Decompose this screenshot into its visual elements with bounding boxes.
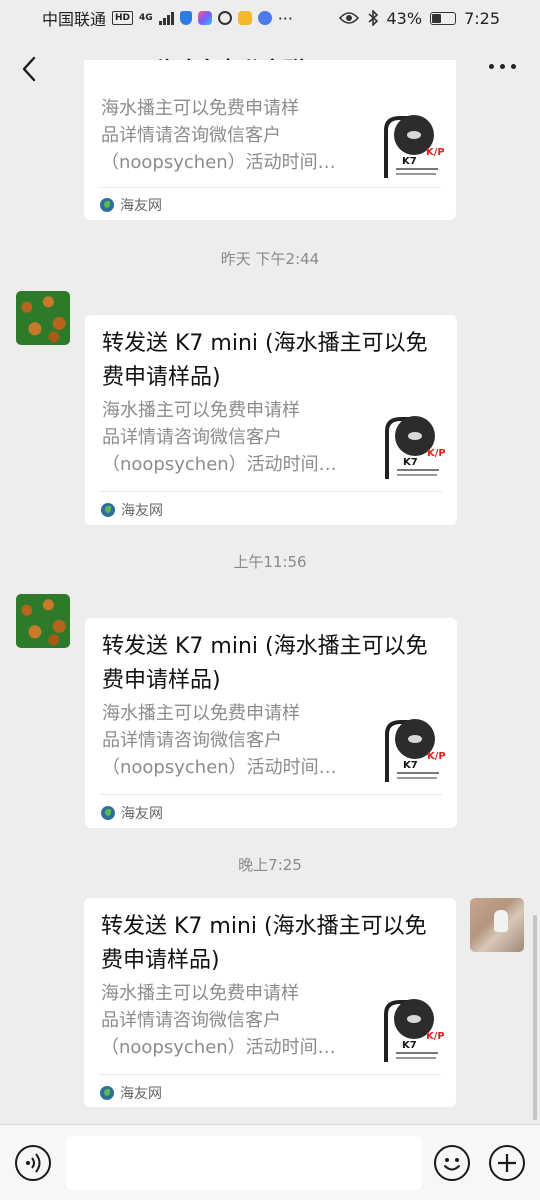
input-bar [0,1124,540,1200]
message-input[interactable] [66,1136,422,1190]
self-avatar[interactable] [470,898,524,952]
card-description: 海水播主可以免费申请样 品详情请咨询微信客户 （noopsychen）活动时间… [101,983,336,1058]
card-title: 转发送 K7 mini (海水播主可以免 费申请样品) [102,634,428,693]
yellow-app-icon [237,11,252,25]
circle-app-icon [217,11,232,25]
music-app-icon [257,11,272,25]
chat-scrollbar[interactable] [533,915,537,1120]
share-card[interactable]: 转发送 K7 mini (海水播主可以免 费申请样品) 海水播主可以免费申请样 … [85,315,457,525]
card-source: 海友网 [101,500,163,520]
product-thumbnail: K/P K7 [384,999,444,1062]
svg-text:K7: K7 [402,1040,417,1051]
svg-text:K/P: K/P [427,751,445,762]
shield-app-icon [179,11,192,25]
svg-text:K/P: K/P [426,147,444,158]
haiyou-logo-icon [101,806,115,820]
battery-percent: 43% [386,8,423,28]
status-bar: 中国联通 HD 4G ··· 43% 7:25 [0,0,540,36]
sender-avatar[interactable] [16,291,70,345]
share-card[interactable]: 海水播主可以免费申请样 品详情请咨询微信客户 （noopsychen）活动时间…… [84,60,456,220]
share-card[interactable]: 转发送 K7 mini (海水播主可以免 费申请样品) 海水播主可以免费申请样 … [85,618,457,828]
signal-icon [158,11,174,25]
card-divider [100,491,442,492]
clock: 7:25 [464,8,500,28]
smiley-icon [444,1158,460,1171]
svg-text:K7: K7 [402,156,417,167]
card-source: 海友网 [100,1083,162,1103]
timestamp: 上午11:56 [233,553,307,571]
carrier-label: 中国联通 [42,10,107,29]
network-type-label: 4G [139,13,153,23]
more-functions-button[interactable] [489,1145,525,1181]
bluetooth-icon [367,10,378,26]
product-thumbnail: K/P K7 [384,115,444,178]
card-divider [99,187,441,188]
voice-icon [26,1153,41,1173]
card-description: 海水播主可以免费申请样 品详情请咨询微信客户 （noopsychen）活动时间… [102,400,337,475]
haiyou-logo-icon [100,198,114,212]
product-thumbnail: K/P K7 [385,416,445,479]
card-title: 转发送 K7 mini (海水播主可以免 费申请样品) [102,331,428,390]
svg-text:K7: K7 [403,760,418,771]
more-notifications-icon: ··· [277,8,293,28]
product-thumbnail: K/P K7 [385,719,445,782]
share-card[interactable]: 转发送 K7 mini (海水播主可以免 费申请样品) 海水播主可以免费申请样 … [84,898,456,1107]
app-icon [197,11,212,25]
plus-icon [498,1154,516,1172]
card-description: 海水播主可以免费申请样 品详情请咨询微信客户 （noopsychen）活动时间… [101,98,336,173]
sender-avatar[interactable] [16,594,70,648]
svg-text:K/P: K/P [427,448,445,459]
card-divider [100,794,442,795]
emoji-button[interactable] [434,1145,470,1181]
card-description: 海水播主可以免费申请样 品详情请咨询微信客户 （noopsychen）活动时间… [102,703,337,778]
svg-text:K7: K7 [403,457,418,468]
eye-icon [338,12,359,24]
battery-icon [430,11,457,25]
timestamp: 昨天 下午2:44 [220,250,320,268]
hd-badge: HD [112,11,134,25]
card-divider [99,1074,441,1075]
svg-text:K/P: K/P [426,1031,444,1042]
card-source: 海友网 [101,803,163,823]
haiyou-logo-icon [101,503,115,517]
chat-area[interactable]: 海水播主可以免费申请样 品详情请咨询微信客户 （noopsychen）活动时间…… [0,60,540,1124]
card-source: 海友网 [100,195,162,215]
voice-input-button[interactable] [15,1145,51,1181]
timestamp: 晚上7:25 [238,856,302,874]
haiyou-logo-icon [100,1086,114,1100]
card-title: 转发送 K7 mini (海水播主可以免 费申请样品) [101,914,427,973]
